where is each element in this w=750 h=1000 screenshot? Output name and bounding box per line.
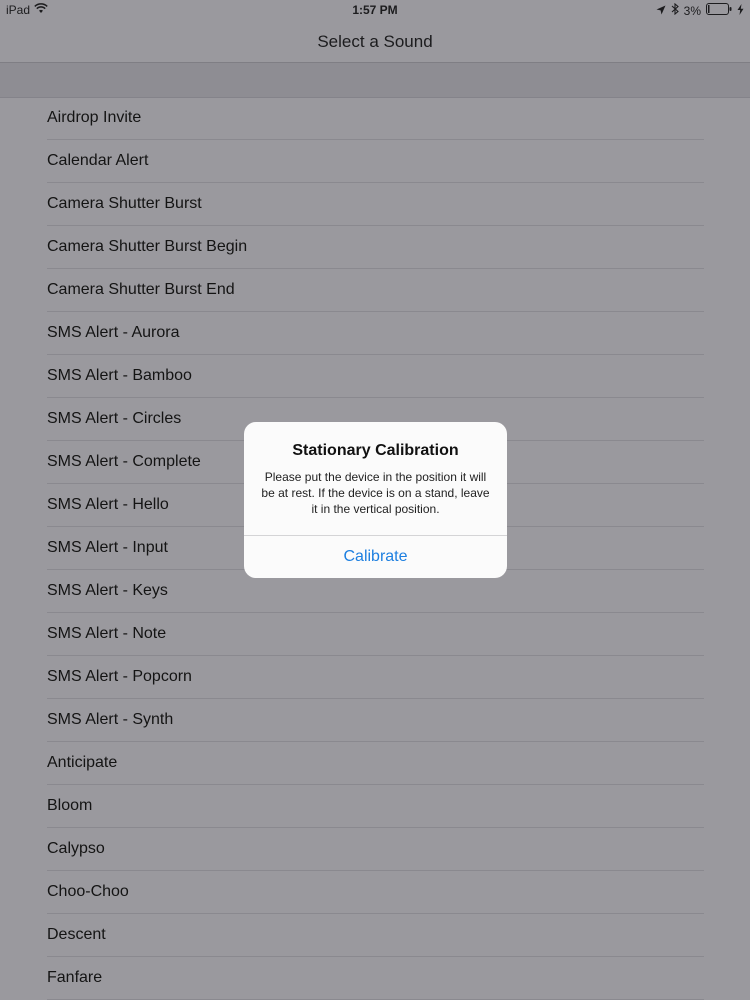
sound-list-item[interactable]: Camera Shutter Burst End (0, 269, 750, 312)
sound-list-item[interactable]: Calypso (0, 828, 750, 871)
sound-name: SMS Alert - Popcorn (47, 668, 192, 685)
sound-list-item[interactable]: Choo-Choo (0, 871, 750, 914)
sound-list-item[interactable]: Calendar Alert (0, 140, 750, 183)
calibrate-button[interactable]: Calibrate (244, 536, 507, 578)
sound-list-item[interactable]: SMS Alert - Synth (0, 699, 750, 742)
sound-name: Camera Shutter Burst (47, 195, 202, 212)
sound-name: SMS Alert - Synth (47, 711, 174, 728)
alert-title: Stationary Calibration (292, 442, 459, 459)
sound-name: SMS Alert - Circles (47, 410, 182, 427)
location-arrow-icon (656, 4, 666, 18)
sound-list-item[interactable]: Fanfare (0, 957, 750, 1000)
sound-name: SMS Alert - Complete (47, 453, 201, 470)
sound-list-item[interactable]: Camera Shutter Burst Begin (0, 226, 750, 269)
sound-name: Fanfare (47, 969, 103, 986)
sound-list-item[interactable]: Bloom (0, 785, 750, 828)
sound-list-item[interactable]: SMS Alert - Aurora (0, 312, 750, 355)
sound-name: Descent (47, 926, 106, 943)
battery-percent: 3% (683, 3, 701, 18)
sound-name: Camera Shutter Burst Begin (47, 238, 248, 255)
sound-list-item[interactable]: SMS Alert - Bamboo (0, 355, 750, 398)
sound-list-item[interactable]: Anticipate (0, 742, 750, 785)
sound-name: SMS Alert - Input (47, 539, 168, 556)
sound-name: Bloom (47, 797, 93, 814)
calibration-alert: Stationary Calibration Please put the de… (244, 422, 507, 578)
sound-name: Choo-Choo (47, 883, 129, 900)
status-bar: iPad 1:57 PM 3% (0, 0, 750, 22)
page-title: Select a Sound (317, 32, 433, 51)
status-time: 1:57 PM (352, 3, 398, 17)
sound-name: Calendar Alert (47, 152, 149, 169)
sound-list-item[interactable]: Camera Shutter Burst (0, 183, 750, 226)
sound-name: Anticipate (47, 754, 118, 771)
sound-list-item[interactable]: Descent (0, 914, 750, 957)
sound-name: Camera Shutter Burst End (47, 281, 235, 298)
sound-name: SMS Alert - Note (47, 625, 167, 642)
navigation-bar: Select a Sound (0, 22, 750, 63)
sound-list-item[interactable]: Airdrop Invite (0, 97, 750, 140)
sound-name: Airdrop Invite (47, 109, 142, 126)
status-right: 3% (656, 2, 744, 18)
charging-bolt-icon (737, 3, 744, 18)
sound-name: Calypso (47, 840, 105, 857)
sound-name: SMS Alert - Hello (47, 496, 169, 513)
sound-name: SMS Alert - Bamboo (47, 367, 192, 384)
section-header (0, 63, 750, 98)
battery-icon (706, 3, 732, 18)
sound-name: SMS Alert - Keys (47, 582, 168, 599)
alert-message: Please put the device in the position it… (261, 470, 490, 516)
bluetooth-icon (671, 2, 679, 18)
sound-list-item[interactable]: SMS Alert - Note (0, 613, 750, 656)
sound-name: SMS Alert - Aurora (47, 324, 180, 341)
sound-list-item[interactable]: SMS Alert - Popcorn (0, 656, 750, 699)
